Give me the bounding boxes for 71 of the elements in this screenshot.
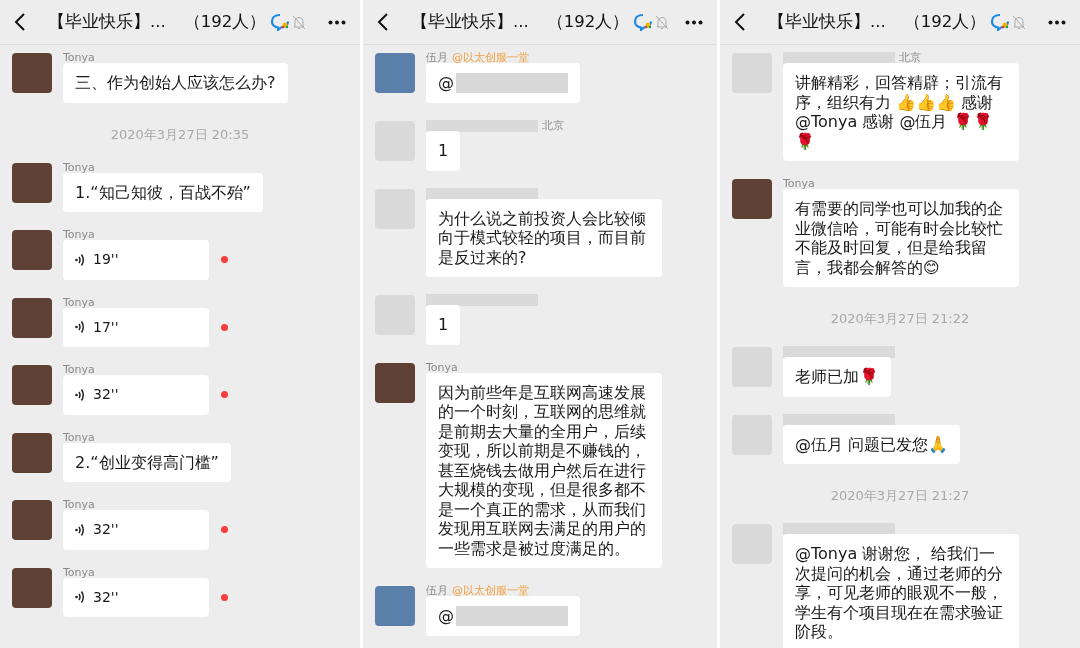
sound-wave-icon [75,522,85,537]
voice-duration: 32'' [93,587,119,607]
timestamp: 2020年3月27日 21:22 [830,311,970,327]
group-title: 【毕业快乐】... [48,11,166,33]
timestamp: 2020年3月27日 21:27 [830,488,970,504]
message-bubble: 有需要的同学也可以加我的企业微信哈，可能有时会比较忙不能及时回复，但是给我留言，我都会解答的😊 [783,189,1019,287]
sender-name: Tonya [63,230,95,240]
sender-name: 伍月 [426,53,448,63]
sender-name: Tonya [63,53,95,63]
member-count: （192人） [546,11,630,33]
voice-duration: 32'' [93,385,119,404]
mention-sign: @ [438,606,454,626]
sender-name: Tonya [63,162,95,173]
message-bubble: 三、作为创始人应该怎么办? [63,63,288,103]
mute-bell-icon [292,14,307,30]
mute-bell-icon [655,14,670,30]
sender-name: 伍月 [426,586,448,596]
sender-name: Tonya [63,432,95,443]
sender-name: Tonya [426,362,458,373]
timestamp: 2020年3月27日 20:35 [110,126,250,143]
sound-wave-icon [75,387,85,402]
avatar-photo-placeholder[interactable] [12,432,52,473]
message-bubble: 1 [426,305,461,345]
sender-name: Tonya [63,297,95,308]
back-icon[interactable] [377,12,389,32]
voice-message[interactable]: 32'' [63,577,209,617]
sound-wave-icon [75,590,85,605]
message-bubble: 为什么说之前投资人会比较倾向于模式较轻的项目，而目前是反过来的? [426,198,662,277]
group-title: 【毕业快乐】... [768,11,886,33]
message-bubble: @伍月 问题已发您🙏 [783,424,961,464]
member-count: （192人） [903,11,987,33]
chat-bubble-icon [270,13,291,31]
sender-tag: @以太创服一堂 [452,53,529,63]
voice-message[interactable]: 17'' [63,307,209,347]
sender-name: Tonya [63,500,95,510]
voice-duration: 32'' [93,520,119,539]
message-bubble: 因为前些年是互联网高速发展的一个时刻，互联网的思维就是前期去大量的全用户，后续变现，所以前期是不赚钱的，甚至烧钱去做用户然后在进行大规模的变现，但是很多都不是一个真正的需求，从而我们发现用互联网去满足的用户的一些需求是被过度满足的。 [426,372,662,568]
sound-wave-icon [75,252,85,267]
message-bubble: 老师已加🌹 [783,357,891,397]
message-bubble: 2.“创业变得高门槛” [63,442,231,482]
more-icon[interactable] [328,19,346,25]
more-icon[interactable] [685,19,703,25]
voice-message[interactable]: 32'' [63,510,209,550]
back-icon[interactable] [734,12,746,32]
message-bubble: 讲解精彩，回答精辟；引流有序，组织有力 👍👍👍 感谢 @Tonya 感谢 @伍月 🌹🌹🌹 [783,63,1019,161]
member-count: （192人） [183,11,267,33]
message-bubble: 1 [426,131,461,171]
sender-location: 北京 [899,53,921,63]
avatar-photo-placeholder[interactable] [12,567,52,608]
message-bubble: @Tonya 谢谢您， 给我们一次提问的机会，通过老师的分享，可见老师的眼观不一般，学生有个项目现在在需求验证阶段。 [783,534,1019,648]
sender-name: Tonya [63,567,95,578]
sound-wave-icon [75,320,85,335]
voice-message[interactable]: 19'' [63,240,209,280]
chat-bubble-icon [990,13,1011,31]
avatar-photo-placeholder[interactable] [12,297,52,338]
sender-name: Tonya [783,179,815,189]
voice-duration: 19'' [93,250,119,269]
more-icon[interactable] [1048,19,1066,25]
mute-bell-icon [1012,14,1027,30]
mention-sign: @ [438,73,454,93]
avatar-photo-placeholder[interactable] [375,362,415,403]
chat-bubble-icon [633,13,654,31]
back-icon[interactable] [14,12,26,32]
sender-name: Tonya [63,365,95,375]
voice-duration: 17'' [93,317,119,337]
sender-tag: @以太创服一堂 [452,586,529,596]
avatar-photo-placeholder[interactable] [12,162,52,203]
sender-location: 北京 [542,121,564,131]
message-bubble: 1.“知己知彼，百战不殆” [63,172,263,212]
group-title: 【毕业快乐】... [411,11,529,33]
voice-message[interactable]: 32'' [63,375,209,415]
